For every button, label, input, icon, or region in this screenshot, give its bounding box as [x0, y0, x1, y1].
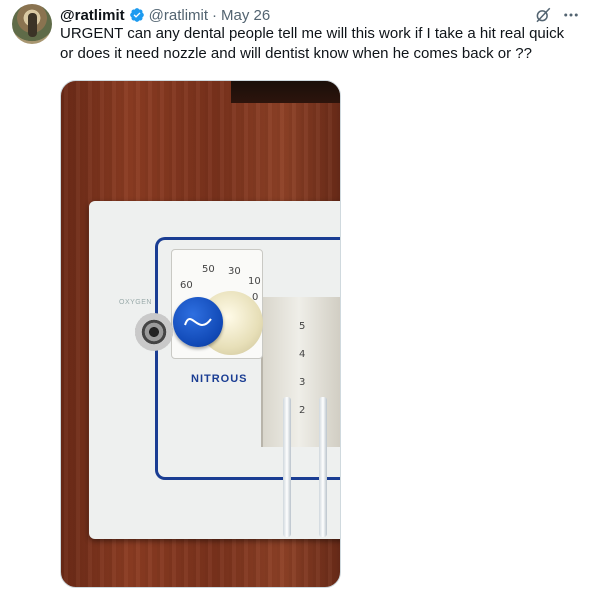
nitrous-knob [173, 297, 223, 347]
nozzle-outlet [135, 313, 173, 351]
handle[interactable]: @ratlimit [149, 7, 208, 24]
dial-tick-30: 30 [228, 266, 241, 277]
panel-label-nitrous: NITROUS [191, 373, 248, 385]
flow-scale-2: 2 [299, 405, 306, 416]
verified-badge-icon [129, 7, 145, 23]
grok-icon[interactable] [534, 6, 552, 24]
display-name[interactable]: @ratlimit [60, 7, 125, 24]
flow-scale-5: 5 [299, 321, 306, 332]
panel-label-oxygen: OXYGEN [119, 299, 152, 306]
tweet[interactable]: @ratlimit @ratlimit · May 26 URGENT can … [0, 0, 594, 589]
tweet-text: URGENT can any dental people tell me wil… [60, 25, 565, 62]
flow-scale-4: 4 [299, 349, 306, 360]
tweet-actions [534, 6, 580, 24]
tweet-header: @ratlimit @ratlimit · May 26 [60, 6, 270, 24]
separator: · [212, 6, 218, 24]
dial-tick-10: 10 [248, 276, 261, 287]
gas-flowmeter-panel: 5 4 3 2 50 30 10 0 60 OXYGEN NITROUS [89, 201, 340, 539]
timestamp[interactable]: May 26 [221, 7, 270, 24]
flow-scale-3: 3 [299, 377, 306, 388]
more-options-icon[interactable] [562, 6, 580, 24]
dial-tick-50: 50 [202, 264, 215, 275]
tweet-media-photo[interactable]: 5 4 3 2 50 30 10 0 60 OXYGEN NITROUS [60, 80, 341, 588]
dial-tick-60: 60 [180, 280, 193, 291]
user-avatar[interactable] [12, 4, 52, 44]
